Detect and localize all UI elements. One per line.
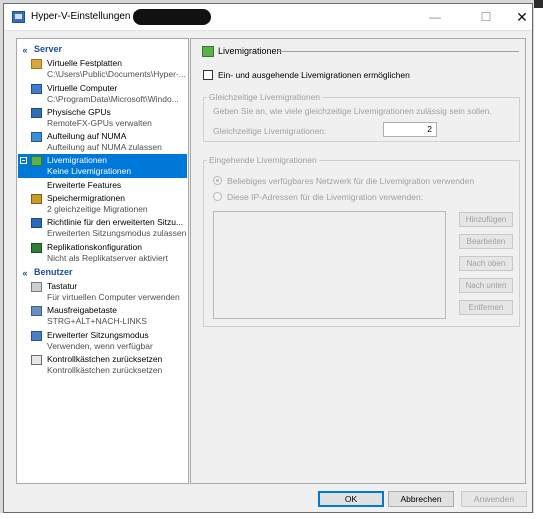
gpu-icon bbox=[31, 108, 42, 118]
ok-button[interactable]: OK bbox=[318, 491, 384, 507]
tree-item-sublabel: Erweiterten Sitzungsmodus zulassen bbox=[47, 228, 187, 238]
simultaneous-migrations-input[interactable]: 2 bbox=[383, 122, 437, 137]
title-bar[interactable]: Hyper-V-Einstellungen für — ☐ ✕ bbox=[4, 4, 532, 31]
enable-live-migration-checkbox[interactable] bbox=[203, 70, 213, 80]
live-migration-icon bbox=[202, 46, 214, 57]
radio-any-network-label[interactable]: Beliebiges verfügbares Netzwerk für die … bbox=[227, 176, 474, 186]
tree-item-label: Mausfreigabetaste bbox=[47, 305, 117, 315]
tree-item-enhanced-session-mode[interactable]: Erweiterter Sitzungsmodus Verwenden, wen… bbox=[18, 329, 187, 353]
tree-item-label: Erweiterte Features bbox=[47, 180, 122, 190]
tree-item-physical-gpus[interactable]: Physische GPUs RemoteFX-GPUs verwalten bbox=[18, 106, 187, 130]
panel-heading: Livemigrationen bbox=[218, 46, 282, 56]
redacted-host-name bbox=[133, 9, 211, 25]
mouse-icon bbox=[31, 306, 42, 316]
tree-item-sublabel: Kontrollkästchen zurücksetzen bbox=[47, 365, 163, 375]
collapse-minus-icon[interactable] bbox=[20, 157, 27, 164]
section-label: Benutzer bbox=[34, 267, 73, 277]
tree-item-label: Erweiterter Sitzungsmodus bbox=[47, 330, 149, 340]
replication-icon bbox=[31, 243, 42, 253]
tree-item-virtual-computers[interactable]: Virtuelle Computer C:\ProgramData\Micros… bbox=[18, 82, 187, 106]
tree-item-label: Replikationskonfiguration bbox=[47, 242, 142, 252]
maximize-button[interactable]: ☐ bbox=[472, 7, 500, 27]
tree-item-advanced-features[interactable]: Erweiterte Features bbox=[18, 179, 187, 191]
simultaneous-description: Geben Sie an, wie viele gleichzeitige Li… bbox=[213, 106, 492, 116]
tree-item-label: Richtlinie für den erweiterten Sitzu... bbox=[47, 217, 184, 227]
move-up-button[interactable]: Nach oben bbox=[459, 256, 513, 271]
tree-item-sublabel: Keine Livemigrationen bbox=[47, 166, 132, 176]
tree-item-sublabel: 2 gleichzeitige Migrationen bbox=[47, 204, 148, 214]
tree-item-label: Virtuelle Festplatten bbox=[47, 58, 122, 68]
storage-migration-icon bbox=[31, 194, 42, 204]
collapse-chevron-icon[interactable]: « bbox=[20, 268, 30, 278]
window-title: Hyper-V-Einstellungen für bbox=[31, 11, 145, 22]
live-migration-icon bbox=[31, 156, 42, 166]
background-desktop-strip bbox=[534, 0, 543, 519]
tree-item-replication[interactable]: Replikationskonfiguration Nicht als Repl… bbox=[18, 241, 187, 265]
close-button[interactable]: ✕ bbox=[508, 7, 536, 27]
move-down-button[interactable]: Nach unten bbox=[459, 278, 513, 293]
tree-item-virtual-disks[interactable]: Virtuelle Festplatten C:\Users\Public\Do… bbox=[18, 57, 187, 81]
tree-item-reset-checkboxes[interactable]: Kontrollkästchen zurücksetzen Kontrollkä… bbox=[18, 353, 187, 377]
settings-tree: « Server Virtuelle Festplatten C:\Users\… bbox=[16, 38, 189, 484]
apply-button[interactable]: Anwenden bbox=[461, 491, 527, 507]
heading-divider bbox=[277, 51, 519, 52]
tree-item-sublabel: Verwenden, wenn verfügbar bbox=[47, 341, 153, 351]
tree-item-label: Virtuelle Computer bbox=[47, 83, 118, 93]
settings-panel: Livemigrationen Ein- und ausgehende Live… bbox=[190, 38, 526, 484]
tree-item-sublabel: Für virtuellen Computer verwenden bbox=[47, 292, 180, 302]
tree-item-label: Speichermigrationen bbox=[47, 193, 125, 203]
tree-item-sublabel: C:\Users\Public\Documents\Hyper-... bbox=[47, 69, 186, 79]
session-icon bbox=[31, 331, 42, 341]
minimize-button[interactable]: — bbox=[421, 7, 449, 27]
tree-item-label: Kontrollkästchen zurücksetzen bbox=[47, 354, 163, 364]
tree-item-label: Tastatur bbox=[47, 281, 78, 291]
add-button[interactable]: Hinzufügen bbox=[459, 212, 513, 227]
tree-item-label: Physische GPUs bbox=[47, 107, 111, 117]
group-legend: Eingehende Livemigrationen bbox=[209, 155, 317, 165]
radio-any-network[interactable] bbox=[213, 176, 222, 185]
settings-window: Hyper-V-Einstellungen für — ☐ ✕ « Server… bbox=[3, 3, 533, 513]
tree-item-label: Livemigrationen bbox=[47, 155, 108, 165]
group-legend: Gleichzeitige Livemigrationen bbox=[209, 92, 321, 102]
simultaneous-field-label: Gleichzeitige Livemigrationen: bbox=[213, 126, 327, 136]
background-desktop-bottom bbox=[0, 513, 543, 519]
section-user[interactable]: « Benutzer bbox=[18, 267, 187, 279]
policy-icon bbox=[31, 218, 42, 228]
keyboard-icon bbox=[31, 282, 42, 292]
tree-item-sublabel: STRG+ALT+NACH-LINKS bbox=[47, 316, 147, 326]
disk-icon bbox=[31, 59, 42, 69]
remove-button[interactable]: Entfernen bbox=[459, 300, 513, 315]
section-label: Server bbox=[34, 44, 63, 54]
checkbox-reset-icon bbox=[31, 355, 42, 365]
numa-icon bbox=[31, 132, 42, 142]
tree-item-sublabel: Aufteilung auf NUMA zulassen bbox=[47, 142, 162, 152]
tree-item-storage-migrations[interactable]: Speichermigrationen 2 gleichzeitige Migr… bbox=[18, 192, 187, 216]
tree-item-sublabel: Nicht als Replikatserver aktiviert bbox=[47, 253, 168, 263]
edit-button[interactable]: Bearbeiten bbox=[459, 234, 513, 249]
tree-item-sublabel: C:\ProgramData\Microsoft\Windo... bbox=[47, 94, 179, 104]
enable-live-migration-label[interactable]: Ein- und ausgehende Livemigrationen ermö… bbox=[218, 70, 410, 80]
radio-ip-addresses[interactable] bbox=[213, 192, 222, 201]
tree-item-keyboard[interactable]: Tastatur Für virtuellen Computer verwend… bbox=[18, 280, 187, 304]
tree-item-label: Aufteilung auf NUMA bbox=[47, 131, 127, 141]
section-server[interactable]: « Server bbox=[18, 44, 187, 56]
tree-item-live-migrations[interactable]: Livemigrationen Keine Livemigrationen bbox=[18, 154, 187, 178]
ip-address-list[interactable] bbox=[213, 211, 446, 319]
tree-item-sublabel: RemoteFX-GPUs verwalten bbox=[47, 118, 152, 128]
tree-item-enhanced-session-policy[interactable]: Richtlinie für den erweiterten Sitzu... … bbox=[18, 216, 187, 240]
radio-ip-addresses-label[interactable]: Diese IP-Adressen für die Livemigration … bbox=[227, 192, 423, 202]
hyperv-app-icon bbox=[12, 11, 25, 23]
tree-item-mouse-release-key[interactable]: Mausfreigabetaste STRG+ALT+NACH-LINKS bbox=[18, 304, 187, 328]
tree-item-numa[interactable]: Aufteilung auf NUMA Aufteilung auf NUMA … bbox=[18, 130, 187, 154]
collapse-chevron-icon[interactable]: « bbox=[20, 45, 30, 55]
computer-icon bbox=[31, 84, 42, 94]
cancel-button[interactable]: Abbrechen bbox=[388, 491, 454, 507]
